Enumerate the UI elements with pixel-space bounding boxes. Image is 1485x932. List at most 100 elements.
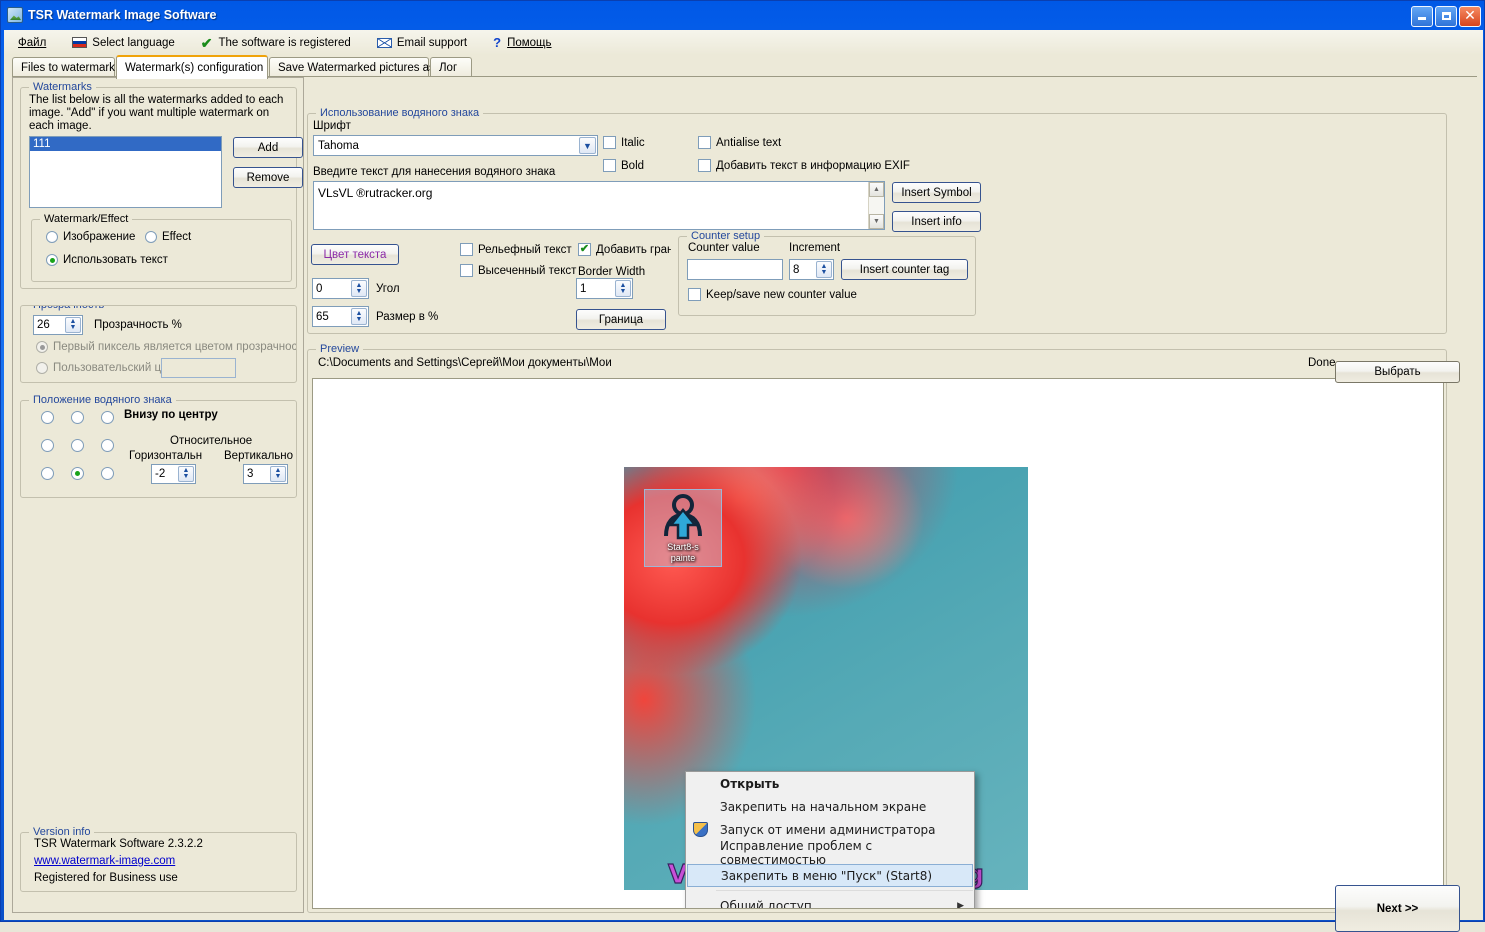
scroll-down-icon[interactable]: ▼ <box>869 214 884 229</box>
position-radio-top-center[interactable] <box>71 411 84 424</box>
menu-item-help[interactable]: ? Помощь <box>493 35 551 50</box>
font-combobox[interactable]: Tahoma ▼ <box>313 135 598 156</box>
checkbox-exif-label: Добавить текст в информацию EXIF <box>716 159 910 172</box>
position-radio-top-right[interactable] <box>101 411 114 424</box>
maximize-button[interactable] <box>1435 5 1457 27</box>
checkbox-keep-save-counter[interactable]: Keep/save new counter value <box>688 288 857 301</box>
watermark-usage-group-title: Использование водяного знака <box>316 107 484 119</box>
checkbox-relief-text[interactable]: Рельефный текст <box>460 243 572 256</box>
context-menu-item[interactable]: Исправление проблем с совместимостью <box>686 839 974 867</box>
custom-color-swatch[interactable] <box>161 358 236 378</box>
checkbox-antialise-text[interactable]: Antialise text <box>698 136 781 149</box>
context-menu[interactable]: Открыть Закрепить на начальном экране Запу… <box>685 771 975 909</box>
spinner-arrows[interactable]: ▲ ▼ <box>65 317 81 333</box>
tab-label: Лог <box>439 61 458 74</box>
text-color-button[interactable]: Цвет текста <box>311 244 399 265</box>
insert-symbol-button[interactable]: Insert Symbol <box>892 182 981 203</box>
checkbox-engraved-text[interactable]: Высеченный текст <box>460 264 576 277</box>
transparency-group: Прозрачность 26 ▲ ▼ Прозрачность % Первый… <box>20 305 297 383</box>
menu-item-registered[interactable]: ✔ The software is registered <box>201 36 351 50</box>
size-spinner[interactable]: 65 ▲ ▼ <box>312 306 369 327</box>
insert-info-button[interactable]: Insert info <box>892 211 981 232</box>
checkbox-bold[interactable]: Bold <box>603 159 644 172</box>
menu-item-file[interactable]: Файл <box>18 37 46 49</box>
horizontal-offset-spinner[interactable]: -2 ▲ ▼ <box>151 464 196 484</box>
position-radio-middle-center[interactable] <box>71 439 84 452</box>
tab-save-watermarked-pictures-as[interactable]: Save Watermarked pictures as <box>269 57 435 77</box>
menu-item-help-label: Помощь <box>507 36 552 49</box>
position-radio-bottom-left[interactable] <box>41 467 54 480</box>
checkbox-add-text-to-exif[interactable]: Добавить текст в информацию EXIF <box>698 159 910 172</box>
spinner-arrows[interactable]: ▲ ▼ <box>615 280 631 297</box>
preview-canvas[interactable]: Start8-s painte VLsVL ®rutracker.org Отк… <box>312 378 1444 909</box>
spinner-arrows[interactable]: ▲ ▼ <box>816 261 832 278</box>
add-watermark-button[interactable]: Add <box>233 137 303 158</box>
spinner-arrows[interactable]: ▲ ▼ <box>178 466 194 482</box>
watermarks-description: The list below is all the watermarks add… <box>29 94 284 132</box>
position-radio-middle-left[interactable] <box>41 439 54 452</box>
radio-effect[interactable]: Effect <box>145 231 191 243</box>
border-button[interactable]: Граница <box>576 309 666 330</box>
context-menu-item-label: Открыть <box>720 776 780 791</box>
context-menu-item[interactable]: Открыть <box>686 772 974 795</box>
context-menu-item[interactable]: Закрепить на начальном экране <box>686 795 974 818</box>
watermarks-group-title: Watermarks <box>29 81 96 93</box>
menu-item-select-language-label: Select language <box>92 36 175 49</box>
scroll-up-icon[interactable]: ▲ <box>869 182 884 197</box>
tab-files-to-watermark[interactable]: Files to watermark <box>12 57 115 77</box>
position-radio-top-left[interactable] <box>41 411 54 424</box>
picture-icon <box>7 7 23 23</box>
insert-counter-tag-button[interactable]: Insert counter tag <box>841 259 968 280</box>
font-label: Шрифт <box>313 120 351 132</box>
radio-use-text[interactable]: Использовать текст <box>46 254 168 266</box>
radio-custom-color[interactable]: Пользовательский ц <box>36 362 161 374</box>
website-link[interactable]: www.watermark-image.com <box>34 855 175 867</box>
menu-item-select-language[interactable]: Select language <box>72 36 175 49</box>
spinner-arrows[interactable]: ▲ ▼ <box>351 308 367 325</box>
context-menu-item[interactable]: Общий доступ ▶ <box>686 894 974 909</box>
spinner-arrows[interactable]: ▲ ▼ <box>270 466 286 482</box>
watermarks-listbox[interactable]: 111 <box>29 136 222 208</box>
font-value: Tahoma <box>318 139 359 152</box>
chevron-down-icon[interactable]: ▼ <box>579 137 596 154</box>
increment-spinner[interactable]: 8 ▲ ▼ <box>789 259 834 280</box>
radio-image[interactable]: Изображение <box>46 231 135 243</box>
minimize-button[interactable] <box>1411 5 1433 27</box>
spinner-arrows[interactable]: ▲ ▼ <box>351 280 367 297</box>
checkbox-add-border[interactable]: ✔ Добавить гран <box>578 243 671 256</box>
tab-watermarks-configuration[interactable]: Watermark(s) configuration <box>116 55 268 79</box>
checkbox-relief-label: Рельефный текст <box>478 243 572 256</box>
memo-scrollbar[interactable]: ▲ ▼ <box>868 182 884 229</box>
menu-item-email-support[interactable]: Email support <box>376 37 467 49</box>
position-radio-bottom-center[interactable] <box>71 467 84 480</box>
next-button[interactable]: Next >> <box>1335 885 1460 932</box>
watermark-usage-group: Использование водяного знака Шрифт Tahom… <box>307 107 1447 334</box>
close-button[interactable]: ✕ <box>1459 5 1481 27</box>
border-width-value: 1 <box>580 282 587 295</box>
context-menu-item[interactable]: Закрепить в меню "Пуск" (Start8) <box>687 864 973 887</box>
remove-watermark-button[interactable]: Remove <box>233 167 303 188</box>
choose-file-button[interactable]: Выбрать <box>1335 361 1460 383</box>
transparency-percent-spinner[interactable]: 26 ▲ ▼ <box>33 315 83 335</box>
vertical-offset-spinner[interactable]: 3 ▲ ▼ <box>243 464 288 484</box>
checkbox-italic[interactable]: Italic <box>603 136 645 149</box>
list-item[interactable]: 111 <box>30 137 221 151</box>
add-button-label: Add <box>257 141 279 154</box>
angle-spinner[interactable]: 0 ▲ ▼ <box>312 278 369 299</box>
counter-value-label: Counter value <box>688 242 760 254</box>
border-width-spinner[interactable]: 1 ▲ ▼ <box>576 278 633 299</box>
menu-item-file-label: Файл <box>18 36 47 49</box>
tab-log[interactable]: Лог <box>430 57 472 77</box>
increment-label: Increment <box>789 242 841 254</box>
context-menu-item-label: Закрепить в меню "Пуск" (Start8) <box>721 868 933 883</box>
watermark-text-memo[interactable]: VLsVL ®rutracker.org ▲ ▼ <box>313 181 885 230</box>
position-radio-bottom-right[interactable] <box>101 467 114 480</box>
checkbox-box <box>603 159 616 172</box>
counter-value-input[interactable] <box>687 259 783 280</box>
client-area: Файл Select language ✔ The software is r… <box>4 30 1483 932</box>
horizontal-label: Горизонтальн <box>129 450 203 462</box>
window-title: TSR Watermark Image Software <box>28 8 217 22</box>
radio-dot <box>46 231 58 243</box>
position-radio-middle-right[interactable] <box>101 439 114 452</box>
radio-first-pixel-transparent[interactable]: Первый пиксель является цветом прозрачно… <box>36 341 296 353</box>
